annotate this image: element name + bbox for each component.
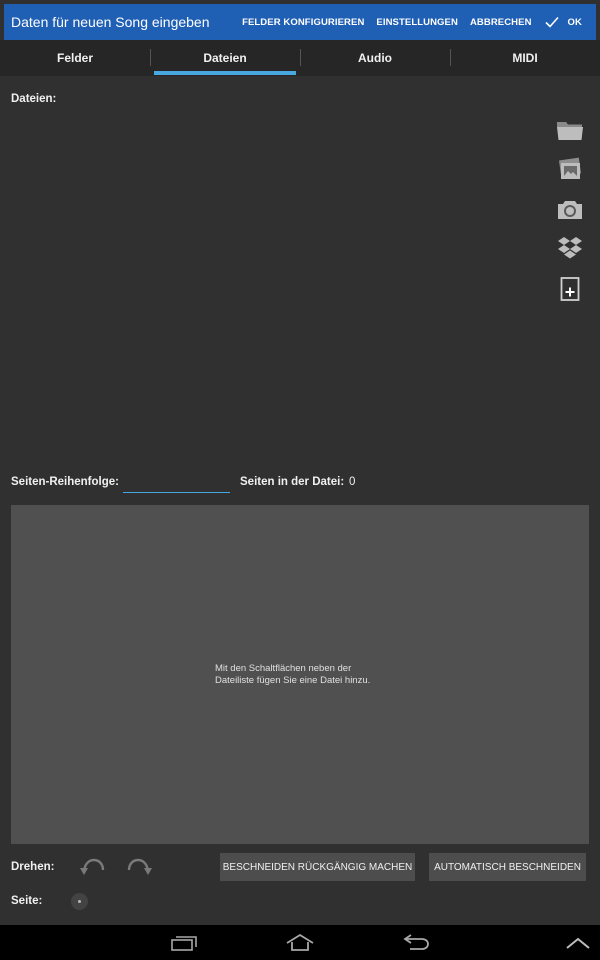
- system-nav-bar: [0, 925, 600, 960]
- auto-crop-button[interactable]: AUTOMATISCH BESCHNEIDEN: [429, 853, 586, 881]
- tab-audio[interactable]: Audio: [300, 40, 450, 76]
- dropbox-icon[interactable]: [556, 234, 584, 262]
- rotate-right-icon[interactable]: [125, 854, 153, 878]
- file-list[interactable]: [11, 112, 546, 462]
- pages-in-file-count: 0: [349, 476, 356, 488]
- rotate-label: Drehen:: [11, 861, 55, 873]
- ok-button[interactable]: OK: [566, 17, 596, 28]
- home-icon[interactable]: [280, 929, 320, 957]
- back-icon[interactable]: [396, 929, 436, 957]
- checkmark-icon[interactable]: [540, 16, 564, 28]
- tab-bar: Felder Dateien Audio MIDI: [0, 40, 600, 76]
- tab-midi[interactable]: MIDI: [450, 40, 600, 76]
- configure-fields-button[interactable]: FELDER KONFIGURIEREN: [236, 17, 370, 28]
- page-order-input[interactable]: [123, 474, 230, 493]
- tab-felder[interactable]: Felder: [0, 40, 150, 76]
- action-bar: Daten für neuen Song eingeben FELDER KON…: [4, 4, 596, 40]
- file-preview: Mit den Schaltflächen neben der Dateilis…: [11, 505, 589, 844]
- files-label: Dateien:: [11, 93, 57, 105]
- tab-dateien[interactable]: Dateien: [150, 40, 300, 76]
- screen-title: Daten für neuen Song eingeben: [11, 14, 210, 30]
- settings-button[interactable]: EINSTELLUNGEN: [370, 17, 464, 28]
- page-order-label: Seiten-Reihenfolge:: [11, 476, 119, 488]
- tab-label: MIDI: [512, 51, 538, 65]
- camera-icon[interactable]: [556, 195, 584, 223]
- chevron-up-icon[interactable]: [558, 929, 598, 957]
- folder-icon[interactable]: [556, 116, 584, 144]
- cancel-button[interactable]: ABBRECHEN: [464, 17, 538, 28]
- undo-crop-button[interactable]: BESCHNEIDEN RÜCKGÄNGIG MACHEN: [220, 853, 415, 881]
- new-document-icon[interactable]: [556, 275, 584, 303]
- tab-label: Audio: [358, 51, 392, 65]
- preview-hint: Mit den Schaltflächen neben der Dateilis…: [215, 662, 371, 686]
- tab-label: Dateien: [203, 51, 247, 65]
- tab-label: Felder: [56, 51, 93, 65]
- recent-apps-icon[interactable]: [164, 929, 204, 957]
- page-label: Seite:: [11, 895, 43, 907]
- gallery-icon[interactable]: [556, 155, 584, 183]
- page-slider-handle[interactable]: [71, 893, 88, 910]
- pages-in-file-label: Seiten in der Datei:: [240, 476, 345, 488]
- rotate-left-icon[interactable]: [79, 854, 107, 878]
